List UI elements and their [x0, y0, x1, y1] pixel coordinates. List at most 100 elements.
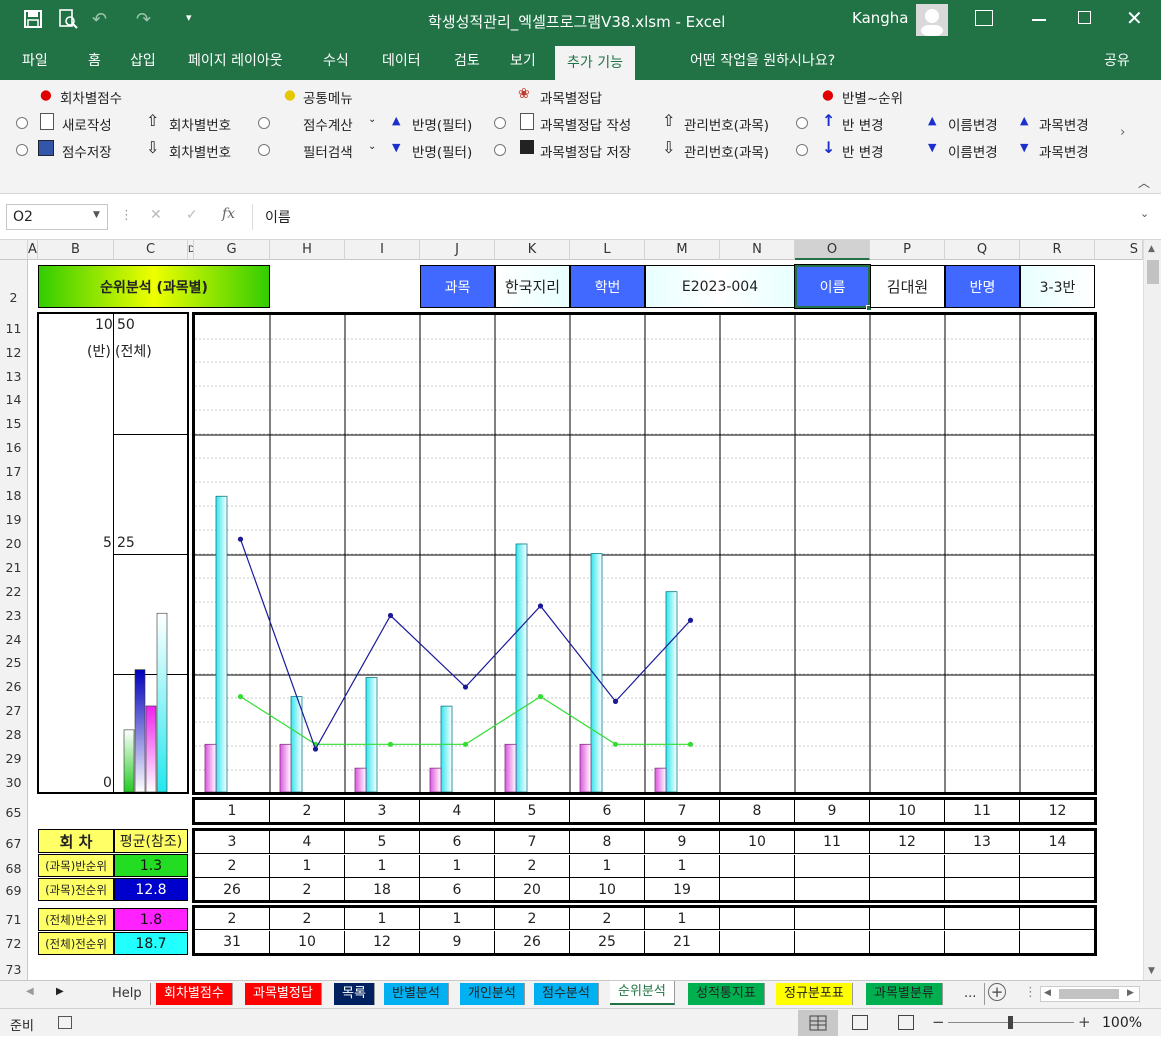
rank-cell[interactable]	[795, 878, 870, 901]
subject-change-down-button[interactable]: 과목변경	[1039, 141, 1089, 161]
column-header-q[interactable]: Q	[945, 240, 1020, 260]
expand-formula-icon[interactable]: ⌄	[1140, 207, 1149, 220]
row-header[interactable]: 65	[0, 805, 27, 820]
row-header[interactable]: 71	[0, 912, 27, 927]
row-header[interactable]: 24	[0, 632, 27, 647]
page-layout-view-icon[interactable]	[852, 1015, 868, 1030]
insert-function-icon[interactable]: fx	[222, 206, 235, 222]
redo-icon[interactable]: ↷	[136, 9, 151, 30]
rank-cell[interactable]	[945, 855, 1020, 878]
row-header[interactable]: 26	[0, 679, 27, 694]
rank-cell[interactable]	[870, 931, 945, 953]
row-header[interactable]: 20	[0, 536, 27, 551]
rank-cell[interactable]	[1020, 908, 1095, 930]
group2-radio-1[interactable]	[494, 116, 506, 132]
rank-cell[interactable]: 2	[270, 878, 345, 901]
page-break-view-icon[interactable]	[898, 1015, 914, 1030]
minimize-icon[interactable]	[1032, 19, 1046, 21]
column-header-l[interactable]: L	[570, 240, 645, 260]
round-down-button[interactable]: 회차별번호	[169, 141, 231, 161]
column-header-b[interactable]: B	[38, 240, 114, 260]
rank-cell[interactable]	[1020, 855, 1095, 878]
filter-search-button[interactable]: 필터검색	[303, 141, 353, 161]
class-change-up-button[interactable]: 반 변경	[842, 114, 884, 134]
formula-input[interactable]: 이름	[252, 204, 1136, 230]
round-number-cell[interactable]: 6	[420, 831, 495, 854]
column-header-g[interactable]: G	[194, 240, 270, 260]
vertical-scrollbar[interactable]: ▲ ▼	[1143, 240, 1161, 980]
zoom-level[interactable]: 100%	[1102, 1015, 1142, 1031]
rank-cell[interactable]	[720, 855, 795, 878]
column-header-a[interactable]: A	[28, 240, 38, 260]
rank-cell[interactable]: 2	[195, 908, 270, 930]
rank-cell[interactable]	[1020, 878, 1095, 901]
rank-cell[interactable]: 1	[345, 908, 420, 930]
rank-cell[interactable]: 1	[420, 855, 495, 878]
round-number-cell[interactable]: 12	[870, 831, 945, 854]
rank-cell[interactable]	[795, 855, 870, 878]
round-number-cell[interactable]: 8	[570, 831, 645, 854]
hscroll-left-icon[interactable]: ◀	[1044, 988, 1051, 998]
round-number-cell[interactable]: 13	[945, 831, 1020, 854]
rank-cell[interactable]	[795, 908, 870, 930]
rank-cell[interactable]: 19	[645, 878, 720, 901]
row-header[interactable]: 27	[0, 703, 27, 718]
tab-insert[interactable]: 삽입	[130, 50, 156, 70]
column-header-m[interactable]: M	[645, 240, 720, 260]
collapse-ribbon-icon[interactable]: ︿	[1138, 174, 1150, 191]
round-number-cell[interactable]: 9	[645, 831, 720, 854]
class-filter-down-button[interactable]: 반명(필터)	[412, 141, 472, 161]
name-value[interactable]: 김대원	[870, 265, 945, 308]
ribbon-scroll-right-icon[interactable]: ›	[1120, 124, 1125, 140]
enter-icon[interactable]: ✓	[186, 207, 198, 223]
class-value[interactable]: 3-3반	[1020, 265, 1095, 308]
row-header[interactable]: 23	[0, 608, 27, 623]
rank-cell[interactable]: 20	[495, 878, 570, 901]
sheet-tab[interactable]: ...	[956, 983, 986, 1005]
sheet-tab[interactable]: 과목별정답	[245, 983, 322, 1005]
normal-view-icon[interactable]	[798, 1010, 838, 1036]
name-box-dropdown-icon[interactable]: ▼	[93, 210, 100, 220]
row-header[interactable]: 19	[0, 512, 27, 527]
rank-cell[interactable]	[870, 878, 945, 901]
calc-dropdown-icon[interactable]: ⌄	[368, 114, 376, 125]
rank-cell[interactable]: 1	[345, 855, 420, 878]
rank-cell[interactable]	[870, 855, 945, 878]
save-scores-button[interactable]: 점수저장	[62, 141, 112, 161]
row-header[interactable]: 11	[0, 321, 27, 336]
tab-prev-icon[interactable]: ◀	[26, 986, 34, 997]
rank-cell[interactable]	[720, 931, 795, 953]
rank-cell[interactable]	[720, 878, 795, 901]
rank-cell[interactable]	[945, 908, 1020, 930]
group1-radio-1[interactable]	[16, 116, 28, 132]
rank-cell[interactable]	[720, 908, 795, 930]
user-name[interactable]: Kangha	[852, 9, 909, 27]
rank-cell[interactable]: 26	[495, 931, 570, 953]
rank-cell[interactable]	[945, 931, 1020, 953]
rank-cell[interactable]: 1	[645, 908, 720, 930]
undo-icon[interactable]: ↶	[92, 9, 107, 30]
row-header[interactable]: 12	[0, 345, 27, 360]
sheet-tab[interactable]: 목록	[334, 983, 375, 1005]
rank-cell[interactable]	[945, 878, 1020, 901]
class-change-down-button[interactable]: 반 변경	[842, 141, 884, 161]
tab-review[interactable]: 검토	[454, 50, 480, 70]
rank-cell[interactable]: 2	[495, 855, 570, 878]
share-button[interactable]: 공유	[1104, 50, 1130, 70]
horizontal-scrollbar[interactable]: ◀ ▶	[1040, 986, 1140, 1002]
name-label[interactable]: 이름	[794, 264, 871, 309]
scroll-up-icon[interactable]: ▲	[1148, 244, 1155, 254]
rank-cell[interactable]: 2	[195, 855, 270, 878]
sheet-tab[interactable]: Help	[104, 983, 151, 1005]
mgmt-number-up-button[interactable]: 관리번호(과목)	[684, 114, 769, 134]
sheet-tab[interactable]: 과목별분류	[866, 983, 943, 1005]
row-header[interactable]: 17	[0, 464, 27, 479]
cancel-icon[interactable]: ✕	[150, 207, 162, 223]
column-header-j[interactable]: J	[420, 240, 495, 260]
hscroll-divider-icon[interactable]: ⋮	[1024, 985, 1037, 1000]
maximize-icon[interactable]	[1078, 11, 1091, 24]
group3-radio-1[interactable]	[796, 116, 808, 132]
group3-radio-2[interactable]	[796, 143, 808, 159]
rank-cell[interactable]: 18	[345, 878, 420, 901]
group1-radio-4[interactable]	[258, 143, 270, 159]
